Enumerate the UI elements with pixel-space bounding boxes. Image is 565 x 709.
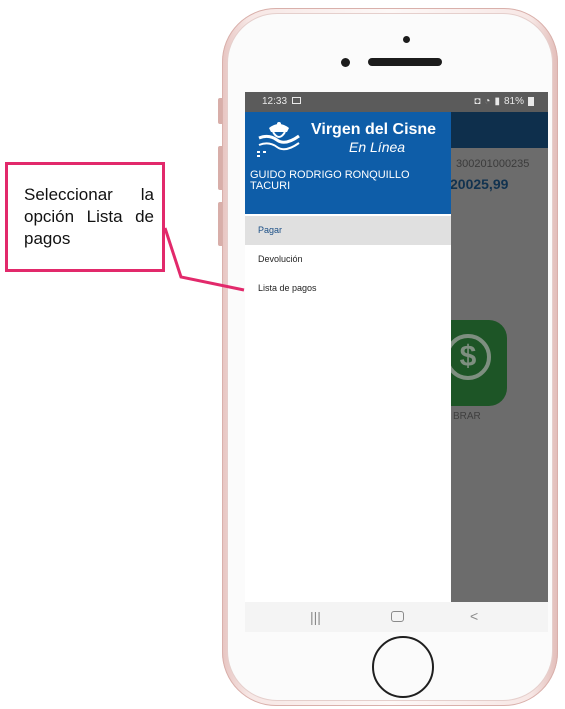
alarm-icon: ◘ — [474, 96, 481, 107]
front-camera — [403, 36, 410, 43]
volume-up-button — [218, 146, 222, 190]
dollar-icon: $ — [445, 334, 491, 380]
earpiece-speaker — [368, 58, 442, 66]
recent-apps-icon[interactable]: ||| — [310, 609, 321, 625]
instruction-callout: Seleccionar la opción Lista de pagos — [5, 162, 165, 272]
volume-down-button — [218, 202, 222, 246]
drawer-menu: Pagar Devolución Lista de pagos — [245, 216, 451, 303]
proximity-sensor — [341, 58, 350, 67]
account-number: 300201000235 — [456, 158, 530, 170]
instruction-text: Seleccionar la opción Lista de pagos — [24, 185, 154, 248]
wifi-icon: ◔ — [484, 96, 491, 107]
menu-item-pagar[interactable]: Pagar — [245, 216, 451, 245]
navigation-drawer: Virgen del Cisne En Línea GUIDO RODRIGO … — [245, 112, 451, 602]
phone-screen: 12:33 ◘ ◔ ▮ 81% 300201000235 20025,99 $ … — [245, 92, 548, 632]
drawer-header: Virgen del Cisne En Línea GUIDO RODRIGO … — [245, 112, 451, 214]
brand-name: Virgen del Cisne — [311, 121, 437, 138]
battery-icon — [528, 97, 534, 106]
account-balance: 20025,99 — [450, 176, 509, 192]
menu-item-lista-de-pagos[interactable]: Lista de pagos — [245, 274, 451, 303]
signal-icon: ▮ — [494, 96, 500, 107]
cobrar-label: BRAR — [453, 411, 481, 422]
brand-subtitle: En Línea — [349, 139, 406, 155]
mute-switch — [218, 98, 222, 124]
user-name: GUIDO RODRIGO RONQUILLO TACURI — [250, 169, 410, 192]
status-bar: 12:33 ◘ ◔ ▮ 81% — [245, 92, 548, 112]
menu-item-devolucion[interactable]: Devolución — [245, 245, 451, 274]
status-time: 12:33 — [262, 96, 288, 107]
phone-home-button[interactable] — [372, 636, 434, 698]
android-nav-bar: ||| < — [245, 602, 548, 632]
battery-percent: 81% — [503, 96, 524, 107]
status-indicators: ◘ ◔ ▮ 81% — [474, 96, 534, 107]
virgen-del-cisne-logo-icon — [257, 122, 300, 157]
gallery-notification-icon — [292, 97, 301, 104]
home-icon[interactable] — [391, 611, 404, 622]
back-icon[interactable]: < — [470, 608, 478, 624]
